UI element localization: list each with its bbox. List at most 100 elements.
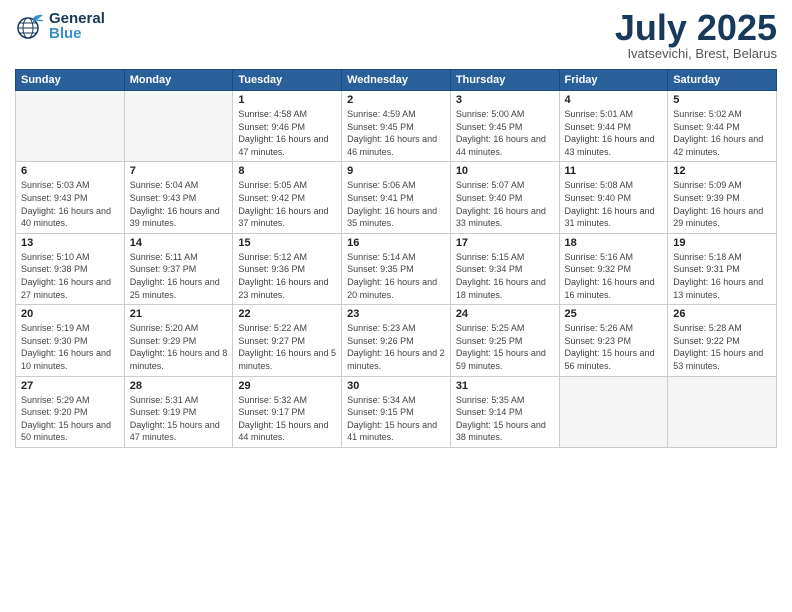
sunset-text: Sunset: 9:42 PM <box>238 193 305 203</box>
calendar-week-row: 27 Sunrise: 5:29 AM Sunset: 9:20 PM Dayl… <box>16 376 777 447</box>
sunset-text: Sunset: 9:46 PM <box>238 122 305 132</box>
daylight-text: Daylight: 16 hours and 20 minutes. <box>347 277 437 300</box>
calendar-cell: 7 Sunrise: 5:04 AM Sunset: 9:43 PM Dayli… <box>124 162 233 233</box>
daylight-text: Daylight: 16 hours and 18 minutes. <box>456 277 546 300</box>
sunset-text: Sunset: 9:34 PM <box>456 264 523 274</box>
day-number: 17 <box>456 237 554 249</box>
sunset-text: Sunset: 9:45 PM <box>456 122 523 132</box>
sunset-text: Sunset: 9:41 PM <box>347 193 414 203</box>
day-info: Sunrise: 4:59 AM Sunset: 9:45 PM Dayligh… <box>347 108 445 158</box>
sunrise-text: Sunrise: 5:08 AM <box>565 180 634 190</box>
daylight-text: Daylight: 15 hours and 56 minutes. <box>565 348 655 371</box>
day-info: Sunrise: 5:32 AM Sunset: 9:17 PM Dayligh… <box>238 394 336 444</box>
day-of-week-header: Tuesday <box>233 70 342 91</box>
day-number: 4 <box>565 94 663 106</box>
calendar-week-row: 1 Sunrise: 4:58 AM Sunset: 9:46 PM Dayli… <box>16 91 777 162</box>
sunset-text: Sunset: 9:32 PM <box>565 264 632 274</box>
day-info: Sunrise: 5:10 AM Sunset: 9:38 PM Dayligh… <box>21 251 119 301</box>
daylight-text: Daylight: 16 hours and 31 minutes. <box>565 206 655 229</box>
logo-icon <box>15 10 47 42</box>
daylight-text: Daylight: 16 hours and 44 minutes. <box>456 134 546 157</box>
day-info: Sunrise: 5:07 AM Sunset: 9:40 PM Dayligh… <box>456 179 554 229</box>
sunrise-text: Sunrise: 5:20 AM <box>130 323 199 333</box>
day-of-week-header: Saturday <box>668 70 777 91</box>
day-number: 21 <box>130 308 228 320</box>
calendar-cell: 19 Sunrise: 5:18 AM Sunset: 9:31 PM Dayl… <box>668 233 777 304</box>
daylight-text: Daylight: 16 hours and 42 minutes. <box>673 134 763 157</box>
daylight-text: Daylight: 16 hours and 47 minutes. <box>238 134 328 157</box>
calendar-cell: 23 Sunrise: 5:23 AM Sunset: 9:26 PM Dayl… <box>342 305 451 376</box>
day-info: Sunrise: 5:35 AM Sunset: 9:14 PM Dayligh… <box>456 394 554 444</box>
day-number: 28 <box>130 380 228 392</box>
sunset-text: Sunset: 9:25 PM <box>456 336 523 346</box>
sunset-text: Sunset: 9:20 PM <box>21 407 88 417</box>
calendar-cell: 28 Sunrise: 5:31 AM Sunset: 9:19 PM Dayl… <box>124 376 233 447</box>
calendar-cell: 10 Sunrise: 5:07 AM Sunset: 9:40 PM Dayl… <box>450 162 559 233</box>
sunrise-text: Sunrise: 5:10 AM <box>21 252 90 262</box>
logo-blue-text: Blue <box>49 26 105 41</box>
sunset-text: Sunset: 9:43 PM <box>130 193 197 203</box>
calendar-cell: 14 Sunrise: 5:11 AM Sunset: 9:37 PM Dayl… <box>124 233 233 304</box>
daylight-text: Daylight: 15 hours and 47 minutes. <box>130 420 220 443</box>
calendar-cell <box>16 91 125 162</box>
day-info: Sunrise: 5:16 AM Sunset: 9:32 PM Dayligh… <box>565 251 663 301</box>
sunrise-text: Sunrise: 5:04 AM <box>130 180 199 190</box>
day-number: 14 <box>130 237 228 249</box>
day-of-week-header: Wednesday <box>342 70 451 91</box>
calendar-cell: 31 Sunrise: 5:35 AM Sunset: 9:14 PM Dayl… <box>450 376 559 447</box>
sunset-text: Sunset: 9:17 PM <box>238 407 305 417</box>
daylight-text: Daylight: 16 hours and 25 minutes. <box>130 277 220 300</box>
sunrise-text: Sunrise: 5:35 AM <box>456 395 525 405</box>
day-number: 24 <box>456 308 554 320</box>
sunrise-text: Sunrise: 5:01 AM <box>565 109 634 119</box>
daylight-text: Daylight: 15 hours and 59 minutes. <box>456 348 546 371</box>
day-info: Sunrise: 5:00 AM Sunset: 9:45 PM Dayligh… <box>456 108 554 158</box>
sunset-text: Sunset: 9:29 PM <box>130 336 197 346</box>
daylight-text: Daylight: 15 hours and 44 minutes. <box>238 420 328 443</box>
sunset-text: Sunset: 9:36 PM <box>238 264 305 274</box>
calendar-cell: 4 Sunrise: 5:01 AM Sunset: 9:44 PM Dayli… <box>559 91 668 162</box>
calendar-cell: 11 Sunrise: 5:08 AM Sunset: 9:40 PM Dayl… <box>559 162 668 233</box>
sunrise-text: Sunrise: 5:19 AM <box>21 323 90 333</box>
sunrise-text: Sunrise: 5:03 AM <box>21 180 90 190</box>
sunset-text: Sunset: 9:31 PM <box>673 264 740 274</box>
sunset-text: Sunset: 9:44 PM <box>673 122 740 132</box>
daylight-text: Daylight: 16 hours and 2 minutes. <box>347 348 445 371</box>
day-number: 7 <box>130 165 228 177</box>
sunrise-text: Sunrise: 5:07 AM <box>456 180 525 190</box>
day-number: 19 <box>673 237 771 249</box>
day-number: 9 <box>347 165 445 177</box>
sunrise-text: Sunrise: 5:14 AM <box>347 252 416 262</box>
day-info: Sunrise: 5:02 AM Sunset: 9:44 PM Dayligh… <box>673 108 771 158</box>
day-number: 3 <box>456 94 554 106</box>
daylight-text: Daylight: 15 hours and 38 minutes. <box>456 420 546 443</box>
logo-name: General Blue <box>49 11 105 41</box>
day-info: Sunrise: 5:09 AM Sunset: 9:39 PM Dayligh… <box>673 179 771 229</box>
day-info: Sunrise: 5:20 AM Sunset: 9:29 PM Dayligh… <box>130 322 228 372</box>
day-info: Sunrise: 5:04 AM Sunset: 9:43 PM Dayligh… <box>130 179 228 229</box>
sunrise-text: Sunrise: 5:00 AM <box>456 109 525 119</box>
sunset-text: Sunset: 9:38 PM <box>21 264 88 274</box>
calendar-cell: 30 Sunrise: 5:34 AM Sunset: 9:15 PM Dayl… <box>342 376 451 447</box>
calendar-cell: 20 Sunrise: 5:19 AM Sunset: 9:30 PM Dayl… <box>16 305 125 376</box>
day-number: 1 <box>238 94 336 106</box>
sunset-text: Sunset: 9:40 PM <box>565 193 632 203</box>
day-number: 12 <box>673 165 771 177</box>
sunrise-text: Sunrise: 4:59 AM <box>347 109 416 119</box>
calendar-cell: 26 Sunrise: 5:28 AM Sunset: 9:22 PM Dayl… <box>668 305 777 376</box>
day-info: Sunrise: 4:58 AM Sunset: 9:46 PM Dayligh… <box>238 108 336 158</box>
day-info: Sunrise: 5:11 AM Sunset: 9:37 PM Dayligh… <box>130 251 228 301</box>
daylight-text: Daylight: 16 hours and 29 minutes. <box>673 206 763 229</box>
daylight-text: Daylight: 15 hours and 41 minutes. <box>347 420 437 443</box>
calendar-cell <box>559 376 668 447</box>
daylight-text: Daylight: 15 hours and 53 minutes. <box>673 348 763 371</box>
calendar-header-row: SundayMondayTuesdayWednesdayThursdayFrid… <box>16 70 777 91</box>
sunrise-text: Sunrise: 5:32 AM <box>238 395 307 405</box>
calendar-cell: 22 Sunrise: 5:22 AM Sunset: 9:27 PM Dayl… <box>233 305 342 376</box>
sunset-text: Sunset: 9:37 PM <box>130 264 197 274</box>
day-of-week-header: Friday <box>559 70 668 91</box>
day-info: Sunrise: 5:18 AM Sunset: 9:31 PM Dayligh… <box>673 251 771 301</box>
calendar-cell: 25 Sunrise: 5:26 AM Sunset: 9:23 PM Dayl… <box>559 305 668 376</box>
day-number: 25 <box>565 308 663 320</box>
daylight-text: Daylight: 16 hours and 35 minutes. <box>347 206 437 229</box>
